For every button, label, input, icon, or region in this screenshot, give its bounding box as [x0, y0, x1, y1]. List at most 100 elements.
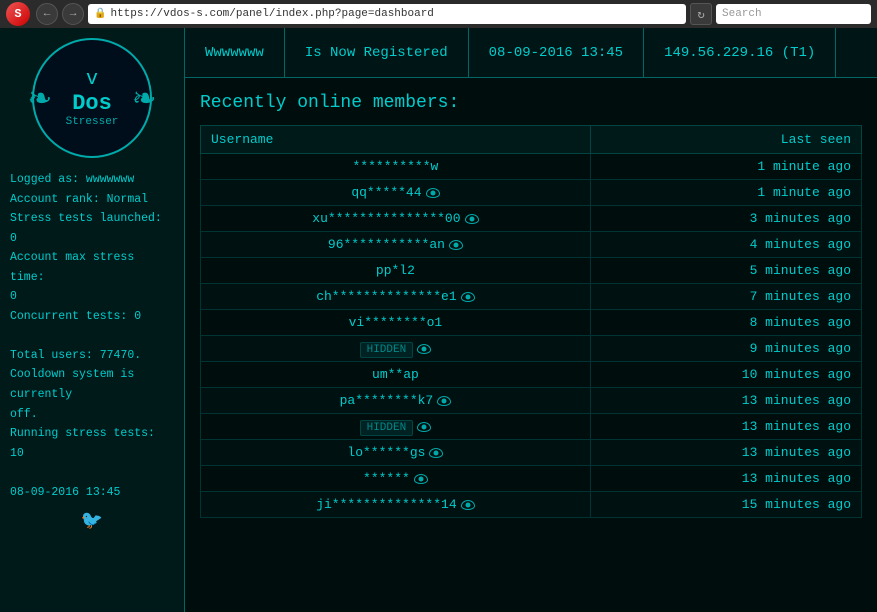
hidden-badge: HIDDEN — [360, 342, 414, 358]
top-banner: Wwwwwww Is Now Registered 08-09-2016 13:… — [185, 28, 877, 78]
logo-subtitle: Stresser — [66, 116, 119, 128]
laurel-left-icon: ❧ — [29, 77, 51, 120]
url-bar[interactable]: 🔒 https://vdos-s.com/panel/index.php?pag… — [88, 4, 686, 24]
twitter-icon[interactable]: 🐦 — [81, 510, 103, 532]
table-row: xu***************003 minutes ago — [201, 206, 862, 232]
logo-circle: ❧ v Dos Stresser ❧ — [32, 38, 152, 158]
table-row: um**ap10 minutes ago — [201, 362, 862, 388]
last-seen-cell: 9 minutes ago — [590, 336, 861, 362]
table-row: qq*****441 minute ago — [201, 180, 862, 206]
last-seen-cell: 15 minutes ago — [590, 492, 861, 518]
table-row: pp*l25 minutes ago — [201, 258, 862, 284]
right-panel: Wwwwwww Is Now Registered 08-09-2016 13:… — [185, 28, 877, 612]
last-seen-cell: 13 minutes ago — [590, 388, 861, 414]
logged-as-row: Logged as: wwwwwww — [10, 170, 174, 190]
last-seen-cell: 3 minutes ago — [590, 206, 861, 232]
lock-icon: 🔒 — [94, 8, 106, 20]
max-stress-label: Account max stress time: — [10, 251, 134, 284]
table-row: pa********k713 minutes ago — [201, 388, 862, 414]
username-cell: xu***************00 — [201, 206, 591, 232]
back-button[interactable]: ← — [36, 3, 58, 25]
last-seen-cell: 4 minutes ago — [590, 232, 861, 258]
banner-username: Wwwwwww — [200, 28, 285, 77]
table-row: ******13 minutes ago — [201, 466, 862, 492]
forward-button[interactable]: → — [62, 3, 84, 25]
last-seen-cell: 13 minutes ago — [590, 414, 861, 440]
main-layout: ❧ v Dos Stresser ❧ Logged as: wwwwwww Ac… — [0, 28, 877, 612]
banner-status: Is Now Registered — [285, 28, 469, 77]
eye-icon[interactable] — [449, 240, 463, 250]
total-users-value: 77470. — [100, 349, 141, 362]
last-seen-cell: 13 minutes ago — [590, 440, 861, 466]
table-row: 96***********an4 minutes ago — [201, 232, 862, 258]
table-row: lo******gs13 minutes ago — [201, 440, 862, 466]
hidden-badge: HIDDEN — [360, 420, 414, 436]
max-stress-value: 0 — [10, 290, 17, 303]
eye-icon[interactable] — [437, 396, 451, 406]
total-users-row: Total users: 77470. — [10, 346, 174, 366]
eye-icon[interactable] — [426, 188, 440, 198]
account-rank-row: Account rank: Normal — [10, 190, 174, 210]
last-seen-cell: 1 minute ago — [590, 180, 861, 206]
eye-icon[interactable] — [414, 474, 428, 484]
table-row: vi********o18 minutes ago — [201, 310, 862, 336]
running-label: Running stress tests: — [10, 427, 155, 440]
col-username: Username — [201, 126, 591, 154]
section-title: Recently online members: — [200, 93, 862, 113]
stress-launched-label: Stress tests launched: — [10, 212, 162, 225]
sidebar-date: 08-09-2016 13:45 — [10, 483, 174, 503]
refresh-button[interactable]: ↻ — [690, 3, 712, 25]
cooldown-value: off. — [10, 408, 38, 421]
logged-as-value: wwwwwww — [86, 173, 134, 186]
max-stress-value-row: 0 — [10, 287, 174, 307]
last-seen-cell: 1 minute ago — [590, 154, 861, 180]
username-cell: HIDDEN — [201, 414, 591, 440]
search-label: Search — [722, 8, 762, 20]
col-last-seen: Last seen — [590, 126, 861, 154]
total-users-label: Total users: — [10, 349, 93, 362]
eye-icon[interactable] — [417, 422, 431, 432]
members-table: Username Last seen **********w1 minute a… — [200, 125, 862, 518]
logo-dos: Dos — [72, 91, 112, 116]
username-cell: lo******gs — [201, 440, 591, 466]
table-header-row: Username Last seen — [201, 126, 862, 154]
username-cell: 96***********an — [201, 232, 591, 258]
browser-chrome: S ← → 🔒 https://vdos-s.com/panel/index.p… — [0, 0, 877, 28]
eye-icon[interactable] — [461, 292, 475, 302]
running-row: Running stress tests: 10 — [10, 424, 174, 463]
username-cell: ji**************14 — [201, 492, 591, 518]
username-cell: vi********o1 — [201, 310, 591, 336]
table-row: HIDDEN 9 minutes ago — [201, 336, 862, 362]
eye-icon[interactable] — [417, 344, 431, 354]
table-row: ch**************e17 minutes ago — [201, 284, 862, 310]
username-cell: qq*****44 — [201, 180, 591, 206]
laurel-right-icon: ❧ — [133, 77, 155, 120]
table-row: ji**************1415 minutes ago — [201, 492, 862, 518]
concurrent-row: Concurrent tests: 0 — [10, 307, 174, 327]
username-cell: pa********k7 — [201, 388, 591, 414]
logged-as-label: Logged as: — [10, 173, 79, 186]
table-row: **********w1 minute ago — [201, 154, 862, 180]
url-text: https://vdos-s.com/panel/index.php?page=… — [110, 8, 433, 20]
sidebar: ❧ v Dos Stresser ❧ Logged as: wwwwwww Ac… — [0, 28, 185, 612]
concurrent-value: 0 — [134, 310, 141, 323]
username-cell: ****** — [201, 466, 591, 492]
content-area: Recently online members: Username Last s… — [185, 78, 877, 612]
account-rank-value: Normal — [107, 193, 148, 206]
running-value: 10 — [10, 447, 24, 460]
eye-icon[interactable] — [465, 214, 479, 224]
browser-s-icon: S — [6, 2, 30, 26]
cooldown-value-row: off. — [10, 405, 174, 425]
logo-v: v — [86, 68, 98, 91]
username-cell: pp*l2 — [201, 258, 591, 284]
stress-launched-row: Stress tests launched: 0 — [10, 209, 174, 248]
concurrent-label: Concurrent tests: — [10, 310, 127, 323]
cooldown-row: Cooldown system is currently — [10, 365, 174, 404]
last-seen-cell: 5 minutes ago — [590, 258, 861, 284]
account-rank-label: Account rank: — [10, 193, 100, 206]
eye-icon[interactable] — [429, 448, 443, 458]
eye-icon[interactable] — [461, 500, 475, 510]
last-seen-cell: 8 minutes ago — [590, 310, 861, 336]
browser-search-bar[interactable]: Search — [716, 4, 871, 24]
last-seen-cell: 10 minutes ago — [590, 362, 861, 388]
